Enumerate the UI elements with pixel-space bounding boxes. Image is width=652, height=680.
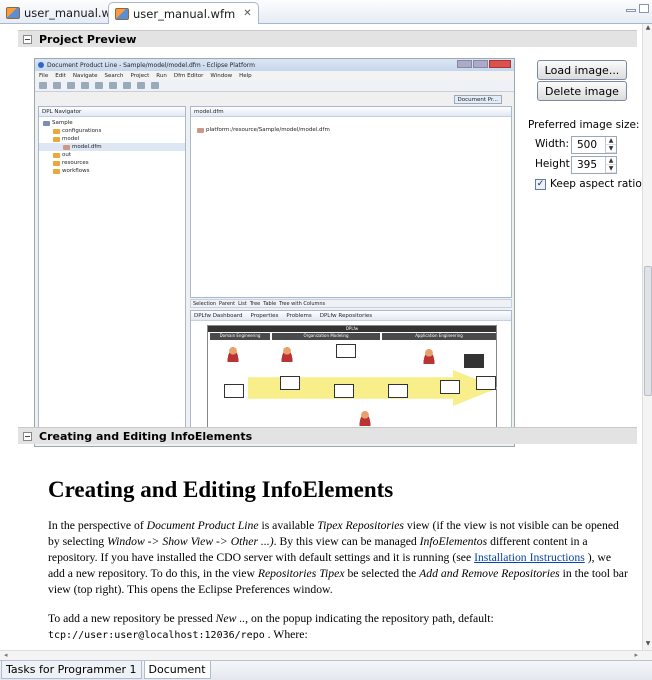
preview-perspective: Document Pr... [453, 95, 502, 104]
collapse-icon[interactable] [23, 431, 32, 441]
scroll-left-icon[interactable]: ◂ [4, 651, 8, 659]
width-spinner[interactable]: 500 ▲ ▼ [571, 136, 617, 154]
editor-tab-label: user_manual.wfm [133, 6, 236, 21]
delete-image-button[interactable]: Delete image [537, 81, 627, 101]
section-title: Creating and Editing InfoElements [39, 429, 253, 443]
diagram-column: Domain Engineering [210, 333, 270, 340]
preview-navigator: DPL Navigator Sample configurations mode… [38, 106, 186, 438]
tree-node: out [62, 152, 72, 158]
preview-menu-item: Help [239, 72, 252, 79]
document-body: Creating and Editing InfoElements In the… [48, 476, 628, 657]
height-label: Height: [535, 158, 574, 170]
preview-model-editor: model.dfm platform:/resource/Sample/mode… [190, 106, 512, 298]
minimize-icon[interactable] [626, 9, 636, 12]
preview-menu-item: Search [104, 72, 124, 79]
tab-tasks-for-programmer[interactable]: Tasks for Programmer 1 [1, 661, 142, 679]
keep-aspect-label: Keep aspect ratio [550, 178, 642, 190]
paragraph: To add a new repository be pressed New .… [48, 612, 494, 641]
spin-up-icon[interactable]: ▲ [606, 157, 616, 165]
preview-window-controls [457, 60, 511, 68]
tree-node: Sample [52, 120, 73, 126]
diagram-box [440, 380, 460, 394]
tree-node: resources [62, 160, 89, 166]
tab-document[interactable]: Document [143, 661, 211, 679]
wfm-file-icon [6, 7, 20, 19]
tree-node: configurations [62, 128, 102, 134]
paragraph: In the perspective of Document Product L… [48, 519, 628, 596]
diagram-column: Organization Modeling [272, 333, 380, 340]
person-icon [422, 348, 436, 364]
person-icon [358, 410, 372, 426]
editor-tab-user-manual-2[interactable]: user_manual.wfm ✕ [108, 2, 259, 24]
repo-path: tcp://user:user@localhost:12036/repo [48, 630, 265, 641]
collapse-icon[interactable] [23, 34, 32, 44]
section-project-preview[interactable]: Project Preview [18, 30, 637, 47]
width-value[interactable]: 500 [572, 139, 605, 151]
spin-down-icon[interactable]: ▼ [606, 165, 616, 173]
diagram-column: Application Engineering [382, 333, 496, 340]
preview-navigator-title: DPL Navigator [42, 108, 82, 115]
scroll-thumb[interactable] [644, 266, 652, 396]
horizontal-scrollbar[interactable]: ◂ ▸ [0, 650, 652, 660]
scroll-up-icon[interactable]: ▲ [643, 24, 652, 34]
close-icon[interactable]: ✕ [243, 8, 251, 19]
spin-down-icon[interactable]: ▼ [606, 145, 616, 153]
section-creating[interactable]: Creating and Editing InfoElements [18, 427, 637, 444]
preview-menubar: File Edit Navigate Search Project Run Df… [35, 71, 514, 80]
preview-menu-item: Edit [55, 72, 66, 79]
diagram-box [224, 384, 244, 398]
eclipse-editor: user_manual.wfm user_manual.wfm ✕ Projec… [0, 0, 652, 680]
diagram-box [336, 344, 356, 358]
preview-image: Document Product Line - Sample/model/mod… [34, 58, 515, 447]
installation-link[interactable]: Installation Instructions [474, 551, 585, 564]
diagram-box [280, 376, 300, 390]
person-icon [280, 346, 294, 362]
height-spinner[interactable]: 395 ▲ ▼ [571, 156, 617, 174]
window-controls [626, 4, 649, 13]
preview-editor-tabs: Selection Parent List Tree Table Tree with Co… [190, 299, 512, 308]
eclipse-icon [38, 62, 44, 68]
scroll-down-icon[interactable]: ▼ [643, 640, 652, 650]
person-icon [226, 346, 240, 362]
tree-node: model [62, 136, 80, 142]
preview-menu-item: File [39, 72, 49, 79]
diagram-box [464, 354, 484, 368]
checkmark-icon[interactable]: ✓ [535, 178, 546, 190]
diagram-title: DPLfw [208, 326, 496, 332]
scroll-right-icon[interactable]: ▸ [634, 651, 638, 659]
bottom-tab-bar: Tasks for Programmer 1 Document [0, 660, 652, 680]
spin-up-icon[interactable]: ▲ [606, 137, 616, 145]
size-title: Preferred image size: [528, 119, 640, 131]
editor-tab-bar: user_manual.wfm user_manual.wfm ✕ [0, 0, 652, 24]
preview-menu-item: Dfm Editor [173, 72, 204, 79]
width-label: Width: [535, 138, 570, 150]
preview-toolbar [35, 80, 514, 92]
document-heading: Creating and Editing InfoElements [48, 477, 394, 502]
wfm-file-icon [115, 7, 129, 20]
height-value[interactable]: 395 [572, 159, 605, 171]
maximize-icon[interactable] [639, 4, 649, 13]
diagram-box [476, 376, 496, 390]
vertical-scrollbar[interactable]: ▲ ▼ [642, 24, 652, 650]
preview-resource-text: platform:/resource/Sample/model/model.df… [206, 127, 330, 133]
preview-resource-row: platform:/resource/Sample/model/model.df… [197, 127, 511, 133]
load-image-button[interactable]: Load image... [537, 60, 627, 80]
diagram-box [334, 384, 354, 398]
preview-menu-item: Navigate [72, 72, 98, 79]
preview-menu-item: Project [130, 72, 150, 79]
keep-aspect-checkbox[interactable]: ✓ Keep aspect ratio [535, 178, 642, 190]
section-title: Project Preview [39, 32, 137, 46]
tree-node: workflows [62, 168, 90, 174]
preview-menu-item: Window [210, 72, 233, 79]
diagram-box [388, 384, 408, 398]
preview-editor-tab: model.dfm [194, 108, 224, 115]
preview-menu-item: Run [156, 72, 167, 79]
tree-node: model.dfm [72, 144, 102, 150]
dashboard-diagram: DPLfw Domain Engineering Organization Mo… [207, 325, 498, 433]
preview-title-text: Document Product Line - Sample/model/mod… [47, 61, 255, 69]
preview-dashboard: DPLfw Dashboard Properties Problems DPLfw R… [190, 310, 512, 438]
preview-window-title: Document Product Line - Sample/model/mod… [35, 59, 514, 71]
